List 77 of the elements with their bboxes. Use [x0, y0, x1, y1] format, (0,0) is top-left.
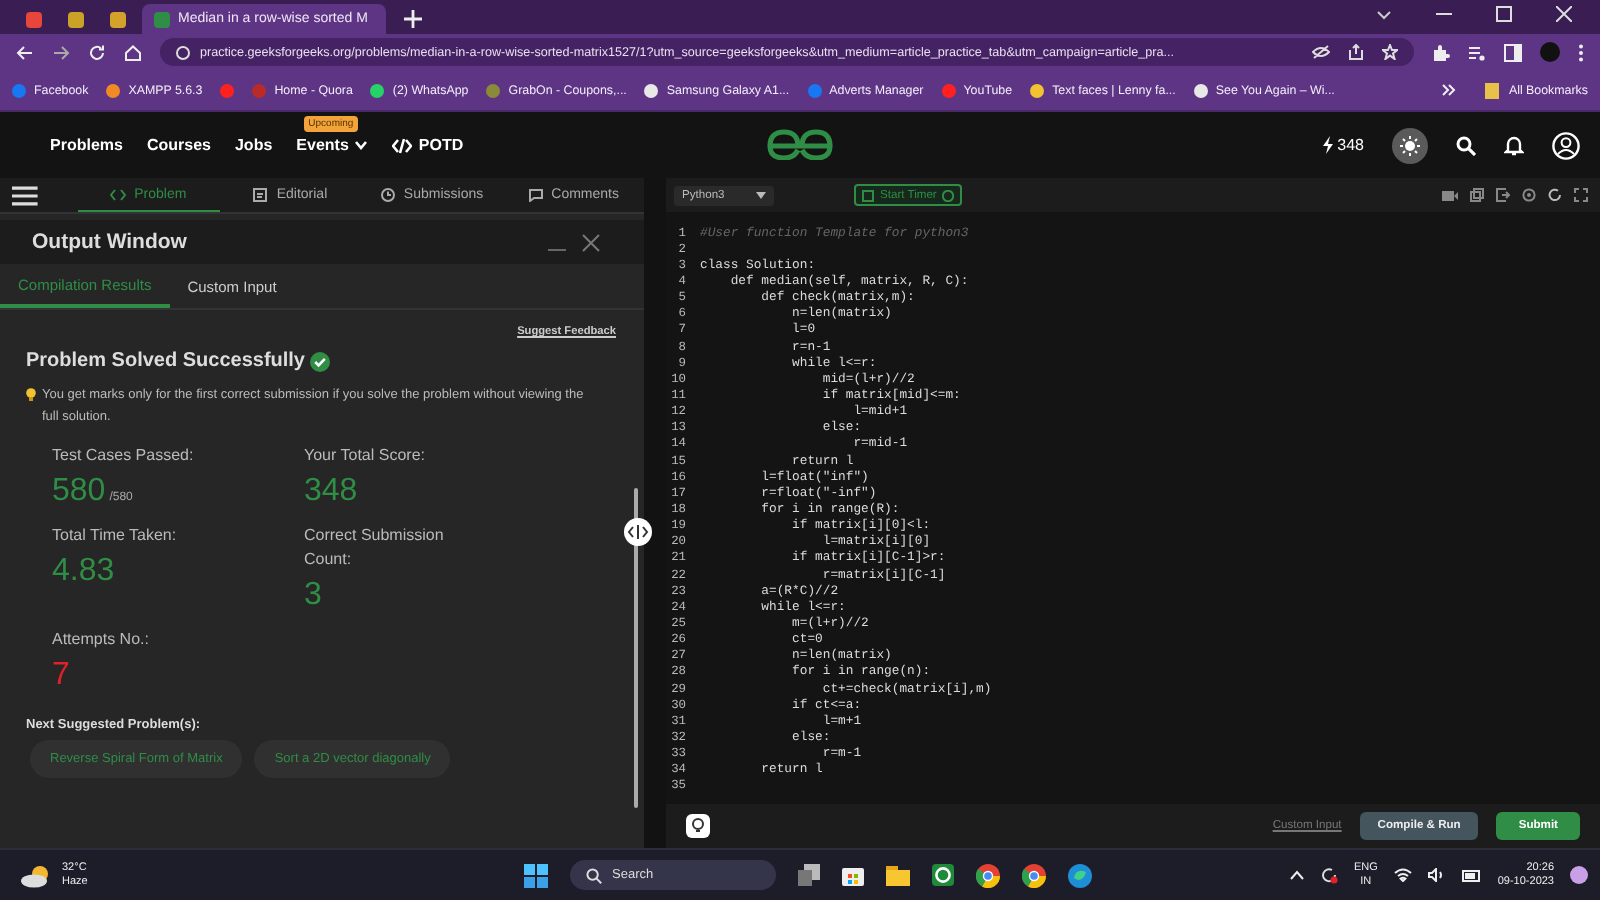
start-icon[interactable] [524, 863, 548, 887]
more-icon[interactable] [1578, 43, 1584, 61]
lightbulb-icon[interactable] [686, 814, 710, 838]
double-chevron-icon[interactable] [1442, 84, 1457, 96]
forward-icon[interactable] [52, 43, 70, 61]
theme-toggle-icon[interactable] [1392, 127, 1428, 163]
edge-browser-icon[interactable] [1068, 863, 1092, 887]
chevron-up-icon[interactable] [1289, 870, 1304, 880]
code-icon [392, 137, 413, 153]
nav-link[interactable]: Courses [146, 136, 211, 154]
stat-label: Your Total Score: [304, 444, 427, 468]
browser-icon[interactable] [976, 863, 1000, 887]
browser-icon[interactable] [1022, 863, 1046, 887]
settings-icon[interactable] [1522, 188, 1536, 202]
home-icon[interactable] [124, 43, 142, 61]
export-icon[interactable] [1496, 188, 1510, 202]
stat-value: 3 [304, 578, 322, 612]
reload-icon[interactable] [88, 43, 106, 61]
play-icon [942, 189, 955, 201]
side-panel-icon[interactable] [1504, 43, 1522, 61]
task-view-icon[interactable] [798, 864, 820, 886]
document-icon [252, 188, 269, 202]
timer-icon [862, 189, 874, 201]
speech-bubble-icon [527, 188, 544, 202]
nav-link[interactable]: POTD [392, 136, 464, 154]
stat-value: 580 [52, 474, 106, 508]
battery-icon[interactable] [1461, 868, 1482, 882]
caret-icon [756, 191, 766, 199]
share-icon[interactable] [1348, 44, 1364, 60]
stat-value: 348 [304, 474, 358, 508]
result-heading: Problem Solved Successfully [26, 350, 305, 372]
store-icon[interactable] [842, 864, 864, 886]
lightning-icon [1321, 136, 1334, 154]
wifi-icon[interactable] [1393, 868, 1412, 882]
eye-slash-icon[interactable] [1312, 44, 1330, 60]
weather-icon[interactable] [20, 863, 52, 887]
bell-icon[interactable] [1504, 134, 1524, 156]
check-circle-icon [309, 351, 329, 371]
scrollbar-thumb[interactable] [634, 488, 638, 808]
back-icon[interactable] [16, 43, 34, 61]
menu-icon[interactable] [12, 185, 38, 205]
stat-value: 4.83 [52, 554, 115, 588]
star-icon[interactable] [1382, 44, 1398, 60]
search-icon [586, 867, 602, 883]
stat-label: Correct Submission Count: [304, 524, 446, 572]
stat-label: Attempts No.: [52, 628, 151, 652]
window-header: Output Window [0, 220, 644, 264]
folder-icon[interactable] [886, 865, 910, 885]
fullscreen-icon[interactable] [1574, 188, 1588, 202]
maximize-icon[interactable] [1496, 5, 1512, 21]
copy-icon[interactable] [1470, 188, 1484, 202]
speaker-icon[interactable] [1427, 868, 1446, 882]
caret-icon [354, 140, 369, 150]
search-icon[interactable] [1456, 135, 1476, 155]
nav-link[interactable]: Events [296, 136, 369, 154]
dropdown-icon[interactable] [1376, 5, 1392, 21]
lightbulb-icon [26, 388, 36, 402]
new-tab-icon[interactable] [404, 10, 422, 28]
clock-icon [379, 188, 396, 202]
user-icon[interactable] [1552, 131, 1580, 159]
playlist-icon[interactable] [1468, 43, 1486, 61]
stat-label: Test Cases Passed: [52, 444, 196, 468]
splitter-handle-icon[interactable] [624, 518, 652, 546]
nav-link[interactable]: Problems [50, 136, 123, 154]
nav-link[interactable]: Jobs [234, 136, 273, 154]
notification-icon[interactable] [1570, 866, 1588, 884]
site-info-icon[interactable] [176, 45, 190, 59]
puzzle-icon[interactable] [1432, 43, 1450, 61]
video-icon[interactable] [1442, 189, 1458, 201]
logo-icon[interactable] [764, 128, 836, 160]
streak-count[interactable]: 348 [1321, 136, 1364, 154]
folder-icon [1484, 81, 1501, 99]
reset-icon[interactable] [1548, 188, 1562, 202]
code-icon [110, 187, 127, 201]
stat-value: 7 [52, 658, 70, 692]
sync-icon[interactable] [1319, 866, 1338, 884]
stat-label: Total Time Taken: [52, 524, 179, 548]
